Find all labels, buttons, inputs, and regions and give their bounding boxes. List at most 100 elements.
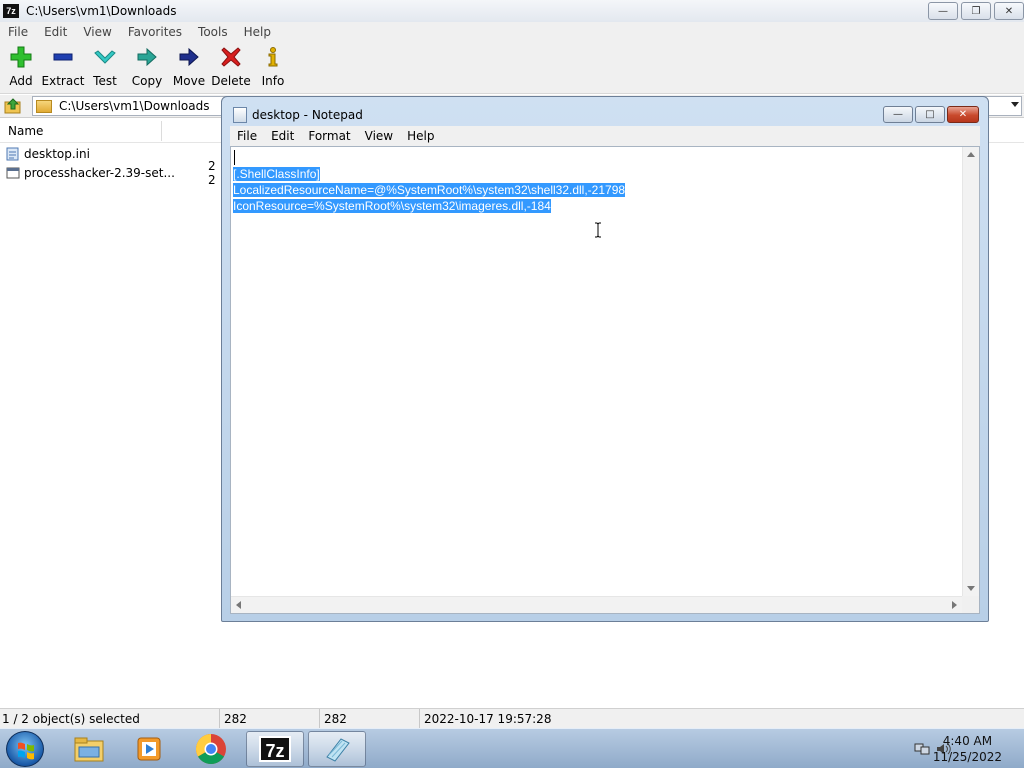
scroll-down-icon[interactable] bbox=[967, 586, 975, 591]
notepad-menu-edit[interactable]: Edit bbox=[264, 129, 301, 143]
minimize-button[interactable]: — bbox=[928, 2, 958, 20]
copy-button[interactable]: Copy bbox=[126, 42, 168, 94]
menu-edit[interactable]: Edit bbox=[36, 25, 75, 39]
network-icon[interactable] bbox=[914, 742, 930, 756]
chevron-down-icon[interactable] bbox=[1011, 102, 1019, 107]
windows-logo-icon bbox=[18, 742, 34, 760]
move-button[interactable]: Move bbox=[168, 42, 210, 94]
status-modified: 2022-10-17 19:57:28 bbox=[424, 712, 552, 726]
menu-tools[interactable]: Tools bbox=[190, 25, 236, 39]
status-packed: 282 bbox=[324, 712, 347, 726]
notepad-menubar: File Edit Format View Help bbox=[230, 126, 980, 146]
restore-icon: ❐ bbox=[971, 5, 981, 17]
media-player-icon bbox=[137, 737, 161, 761]
folder-icon bbox=[36, 99, 52, 113]
column-divider[interactable] bbox=[161, 121, 162, 141]
menu-favorites[interactable]: Favorites bbox=[120, 25, 190, 39]
sevenzip-titlebar: 7z C:\Users\vm1\Downloads — ❐ ✕ bbox=[0, 0, 1024, 22]
address-text: C:\Users\vm1\Downloads bbox=[59, 99, 210, 113]
clock[interactable]: 4:40 AM 11/25/2022 bbox=[933, 733, 1002, 765]
info-label: Info bbox=[261, 74, 285, 88]
text-line: LocalizedResourceName=@%SystemRoot%\syst… bbox=[233, 183, 626, 197]
add-button[interactable]: Add bbox=[0, 42, 42, 94]
taskbar-chrome[interactable] bbox=[182, 731, 240, 767]
chrome-icon bbox=[195, 734, 226, 765]
maximize-icon: □ bbox=[925, 109, 935, 120]
file-row[interactable]: desktop.ini bbox=[6, 145, 90, 163]
taskbar-explorer[interactable] bbox=[60, 731, 118, 767]
notepad-menu-file[interactable]: File bbox=[230, 129, 264, 143]
file-size: 2 2 bbox=[208, 159, 216, 187]
info-icon bbox=[262, 46, 284, 68]
window-title: C:\Users\vm1\Downloads bbox=[26, 4, 177, 18]
notepad-menu-help[interactable]: Help bbox=[400, 129, 441, 143]
sevenzip-app-icon: 7z bbox=[3, 4, 19, 18]
status-selected: 1 / 2 object(s) selected bbox=[2, 712, 140, 726]
move-arrow-icon bbox=[178, 46, 200, 68]
taskbar-media-player[interactable] bbox=[120, 731, 178, 767]
info-button[interactable]: Info bbox=[252, 42, 294, 94]
notepad-text[interactable]: [.ShellClassInfo] LocalizedResourceName=… bbox=[233, 150, 963, 595]
taskbar-7zip[interactable]: 7z bbox=[246, 731, 304, 767]
notepad-maximize-button[interactable]: □ bbox=[915, 106, 945, 123]
text-line bbox=[233, 150, 963, 166]
horizontal-scrollbar[interactable] bbox=[231, 596, 962, 613]
status-size: 282 bbox=[224, 712, 247, 726]
notepad-icon bbox=[326, 738, 350, 762]
checkmark-icon bbox=[94, 46, 116, 68]
notepad-close-button[interactable]: ✕ bbox=[947, 106, 979, 123]
exe-file-icon bbox=[6, 167, 20, 179]
start-button[interactable] bbox=[6, 731, 44, 767]
taskbar-notepad[interactable] bbox=[308, 731, 366, 767]
notepad-icon bbox=[233, 107, 247, 123]
delete-button[interactable]: Delete bbox=[210, 42, 252, 94]
system-tray: 4:40 AM 11/25/2022 bbox=[884, 729, 1024, 768]
scroll-left-icon[interactable] bbox=[236, 601, 241, 609]
text-line: [.ShellClassInfo] bbox=[233, 167, 320, 181]
sevenzip-menubar: File Edit View Favorites Tools Help bbox=[0, 22, 1024, 42]
folder-icon bbox=[74, 737, 104, 762]
notepad-text-area[interactable]: [.ShellClassInfo] LocalizedResourceName=… bbox=[230, 146, 980, 614]
text-caret bbox=[234, 150, 235, 165]
notepad-menu-format[interactable]: Format bbox=[301, 129, 357, 143]
file-name: desktop.ini bbox=[24, 147, 90, 161]
copy-label: Copy bbox=[131, 74, 163, 88]
minimize-icon: — bbox=[938, 5, 948, 17]
scroll-right-icon[interactable] bbox=[952, 601, 957, 609]
clock-date: 11/25/2022 bbox=[932, 750, 1002, 764]
plus-icon bbox=[10, 46, 32, 68]
delete-x-icon bbox=[220, 46, 242, 68]
close-icon: ✕ bbox=[958, 109, 968, 120]
vertical-scrollbar[interactable] bbox=[962, 147, 979, 596]
minus-icon bbox=[52, 46, 74, 68]
status-divider bbox=[219, 709, 220, 729]
ibeam-cursor-icon bbox=[594, 222, 602, 238]
menu-view[interactable]: View bbox=[75, 25, 119, 39]
notepad-minimize-button[interactable]: — bbox=[883, 106, 913, 123]
status-divider bbox=[419, 709, 420, 729]
notepad-menu-view[interactable]: View bbox=[358, 129, 400, 143]
file-row[interactable]: processhacker-2.39-set... 2 2 bbox=[6, 159, 216, 187]
restore-button[interactable]: ❐ bbox=[961, 2, 991, 20]
resize-grip-icon[interactable] bbox=[962, 596, 979, 613]
clock-time: 4:40 AM bbox=[942, 734, 993, 748]
delete-label: Delete bbox=[211, 74, 251, 88]
menu-help[interactable]: Help bbox=[236, 25, 279, 39]
test-label: Test bbox=[93, 74, 117, 88]
taskbar: 7z 4:40 AM 11/25/2022 bbox=[0, 728, 1024, 768]
up-folder-button[interactable] bbox=[4, 97, 22, 115]
extract-button[interactable]: Extract bbox=[42, 42, 85, 94]
column-name[interactable]: Name bbox=[8, 124, 43, 138]
status-bar: 1 / 2 object(s) selected 282 282 2022-10… bbox=[0, 708, 1024, 729]
text-line: IconResource=%SystemRoot%\system32\image… bbox=[233, 199, 551, 213]
close-button[interactable]: ✕ bbox=[994, 2, 1024, 20]
menu-file[interactable]: File bbox=[0, 25, 36, 39]
ini-file-icon bbox=[6, 147, 19, 161]
scroll-up-icon[interactable] bbox=[967, 152, 975, 157]
move-label: Move bbox=[172, 74, 206, 88]
notepad-window[interactable]: desktop - Notepad — □ ✕ File Edit Format… bbox=[221, 96, 989, 622]
minimize-icon: — bbox=[893, 109, 903, 120]
test-button[interactable]: Test bbox=[84, 42, 126, 94]
close-icon: ✕ bbox=[1004, 5, 1014, 17]
notepad-title: desktop - Notepad bbox=[252, 108, 363, 122]
